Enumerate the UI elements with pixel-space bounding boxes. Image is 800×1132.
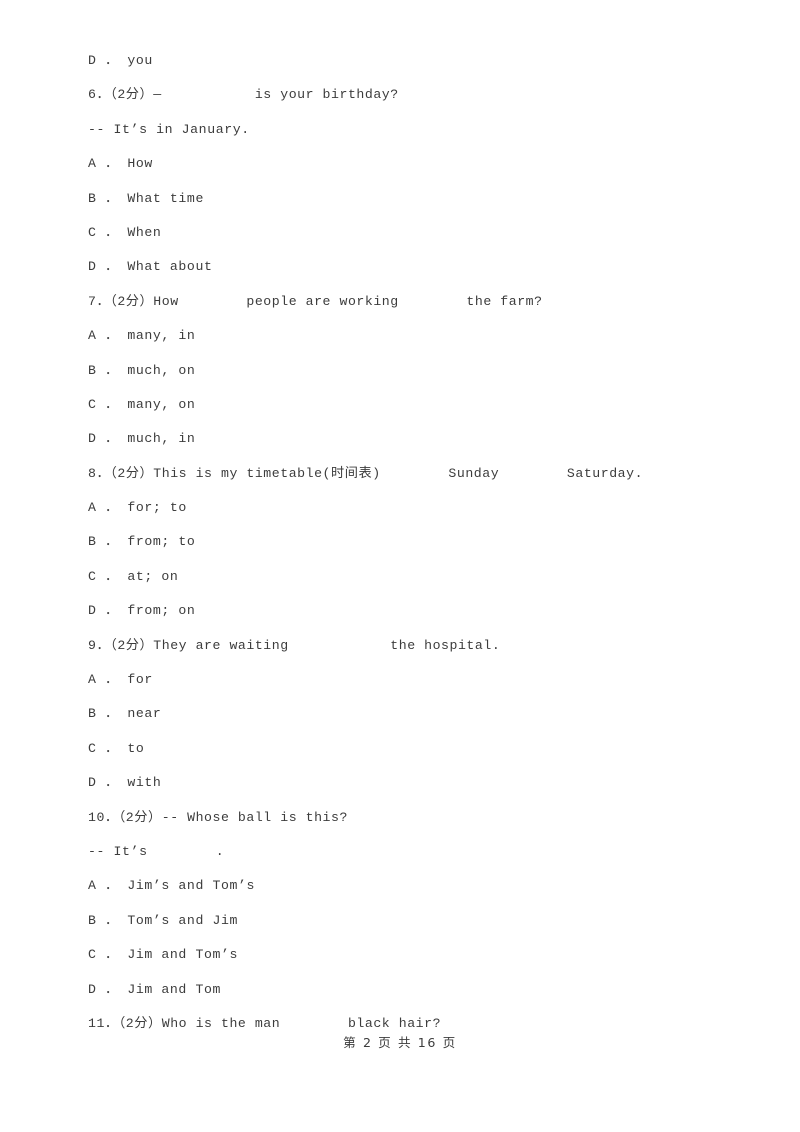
option-line: C ． at; on <box>88 568 179 584</box>
option-line: A ． Jim’s and Tom’s <box>88 878 256 894</box>
exam-page: D ． you 6．（2分）— is your birthday? -- It’… <box>0 0 800 1132</box>
option-line: A ． How <box>88 156 153 172</box>
option-line: B ． from; to <box>88 534 196 550</box>
question-line: 9．（2分）They are waiting the hospital. <box>88 637 501 653</box>
option-line: D ． What about <box>88 259 213 275</box>
option-line: C ． to <box>88 740 145 756</box>
question-list: D ． you 6．（2分）— is your birthday? -- It’… <box>88 44 712 1041</box>
option-line: D ． with <box>88 775 162 791</box>
option-line: A ． for <box>88 672 153 688</box>
option-line: D ． much, in <box>88 431 196 447</box>
option-line: B ． near <box>88 706 162 722</box>
option-line: C ． When <box>88 224 162 240</box>
question-line: 7．（2分）How people are working the farm? <box>88 293 543 309</box>
option-line: A ． many, in <box>88 328 196 344</box>
option-line: B ． What time <box>88 190 204 206</box>
option-line: D ． from; on <box>88 603 196 619</box>
dialogue-line: -- It’s in January. <box>88 121 250 137</box>
question-line: 8．（2分）This is my timetable(时间表) Sunday S… <box>88 465 644 481</box>
option-line: A ． for; to <box>88 500 187 516</box>
option-line: C ． many, on <box>88 396 196 412</box>
option-line: B ． Tom’s and Jim <box>88 912 239 928</box>
question-line: 10．（2分）-- Whose ball is this? <box>88 809 348 825</box>
question-line: 6．（2分）— is your birthday? <box>88 87 399 103</box>
option-line: D ． you <box>88 53 153 68</box>
dialogue-line: -- It’s . <box>88 843 225 859</box>
option-line: C ． Jim and Tom’s <box>88 947 239 963</box>
page-footer: 第 2 页 共 16 页 <box>343 1035 457 1050</box>
option-line: B ． much, on <box>88 362 196 378</box>
option-line: D ． Jim and Tom <box>88 981 221 997</box>
